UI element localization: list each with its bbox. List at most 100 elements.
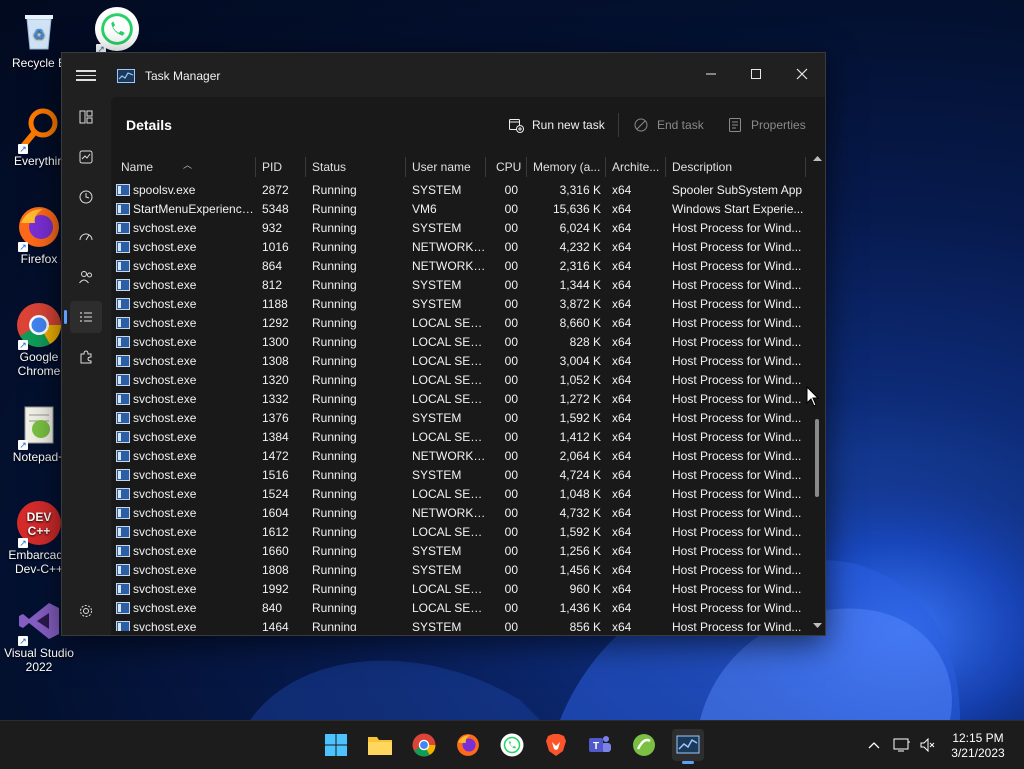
scrollbar-thumb[interactable] xyxy=(815,419,819,497)
taskbar-whatsapp[interactable] xyxy=(496,729,528,761)
column-header-memory[interactable]: Memory (a... xyxy=(527,153,606,181)
start-button[interactable] xyxy=(320,729,352,761)
cell-memory: 3,316 K xyxy=(559,183,601,197)
nav-settings[interactable] xyxy=(70,595,102,627)
taskbar-teams[interactable]: T xyxy=(584,729,616,761)
table-row[interactable]: svchost.exe 1992 Running LOCAL SER... 00 960 … xyxy=(111,580,807,599)
cell-user-name: NETWORK ... xyxy=(412,506,486,520)
cell-description: Host Process for Wind... xyxy=(672,563,802,577)
scroll-down-icon[interactable] xyxy=(810,619,825,631)
table-row[interactable]: svchost.exe 1188 Running SYSTEM 00 3,872 K x64… xyxy=(111,295,807,314)
network-icon[interactable] xyxy=(892,735,912,755)
cell-name: svchost.exe xyxy=(133,392,197,406)
folder-icon xyxy=(368,737,392,755)
table-row[interactable]: svchost.exe 1384 Running LOCAL SER... 00 1,41… xyxy=(111,428,807,447)
cell-architecture: x64 xyxy=(612,506,632,520)
table-row[interactable]: svchost.exe 1660 Running SYSTEM 00 1,256 K x64… xyxy=(111,542,807,561)
maximize-button[interactable] xyxy=(733,59,779,89)
table-row[interactable]: svchost.exe 1332 Running LOCAL SER... 00 1,27… xyxy=(111,390,807,409)
table-row[interactable]: svchost.exe 1464 Running SYSTEM 00 856 K x64 Ho… xyxy=(111,618,807,631)
cell-architecture: x64 xyxy=(612,601,632,615)
cell-name: svchost.exe xyxy=(133,601,197,615)
chrome-icon: ↗ xyxy=(16,302,62,350)
cell-user-name: LOCAL SER... xyxy=(412,316,486,330)
cell-description: Host Process for Wind... xyxy=(672,297,802,311)
nav-details[interactable] xyxy=(64,301,102,333)
table-row[interactable]: svchost.exe 1472 Running NETWORK ... 00 2,064… xyxy=(111,447,807,466)
cell-status: Running xyxy=(312,487,357,501)
task-manager-window: Task Manager Details Run new task End ta… xyxy=(61,52,826,636)
cell-name: svchost.exe xyxy=(133,259,197,273)
table-row[interactable]: spoolsv.exe 2872 Running SYSTEM 00 3,316 K x64… xyxy=(111,181,807,200)
system-clock[interactable]: 12:15 PM 3/21/2023 xyxy=(938,731,1018,761)
column-header-pid[interactable]: PID xyxy=(256,153,306,181)
cell-cpu: 00 xyxy=(504,297,518,311)
column-header-description[interactable]: Description xyxy=(666,153,806,181)
table-row[interactable]: svchost.exe 1612 Running LOCAL SER... 00 1,59… xyxy=(111,523,807,542)
nav-users[interactable] xyxy=(70,261,102,293)
column-header-cpu[interactable]: CPU xyxy=(486,153,527,181)
desktop-icon-whatsapp[interactable]: ↗ xyxy=(78,6,156,54)
taskbar-firefox[interactable] xyxy=(452,729,484,761)
table-row[interactable]: svchost.exe 1300 Running LOCAL SER... 00 828 … xyxy=(111,333,807,352)
table-row[interactable]: svchost.exe 1516 Running SYSTEM 00 4,724 K x64… xyxy=(111,466,807,485)
windows-logo-icon xyxy=(325,734,347,756)
hamburger-menu-icon[interactable] xyxy=(76,67,96,83)
cell-user-name: SYSTEM xyxy=(412,221,462,235)
table-row[interactable]: svchost.exe 812 Running SYSTEM 00 1,344 K x64 H… xyxy=(111,276,807,295)
cell-name: svchost.exe xyxy=(133,240,197,254)
table-row[interactable]: svchost.exe 1320 Running LOCAL SER... 00 1,05… xyxy=(111,371,807,390)
table-row[interactable]: svchost.exe 1308 Running LOCAL SER... 00 3,00… xyxy=(111,352,807,371)
cell-name: svchost.exe xyxy=(133,563,197,577)
cell-description: Host Process for Wind... xyxy=(672,316,802,330)
cell-memory: 960 K xyxy=(569,582,601,596)
cell-name: svchost.exe xyxy=(133,373,197,387)
cell-pid: 1376 xyxy=(262,411,289,425)
table-row[interactable]: svchost.exe 1604 Running NETWORK ... 00 4,732… xyxy=(111,504,807,523)
nav-app-history[interactable] xyxy=(70,181,102,213)
scroll-up-icon[interactable] xyxy=(810,153,825,165)
tray-chevron-up-icon[interactable] xyxy=(864,735,884,755)
taskbar-brave[interactable] xyxy=(540,729,572,761)
table-row[interactable]: StartMenuExperience... 5348 Running VM6 00 15… xyxy=(111,200,807,219)
cell-name: svchost.exe xyxy=(133,221,197,235)
cell-description: Host Process for Wind... xyxy=(672,278,802,292)
taskbar-chrome[interactable] xyxy=(408,729,440,761)
taskbar-task-manager[interactable] xyxy=(672,729,704,764)
table-row[interactable]: svchost.exe 864 Running NETWORK ... 00 2,316 … xyxy=(111,257,807,276)
table-row[interactable]: svchost.exe 932 Running SYSTEM 00 6,024 K x64 H… xyxy=(111,219,807,238)
nav-startup-apps[interactable] xyxy=(70,221,102,253)
nav-performance[interactable] xyxy=(70,141,102,173)
volume-muted-icon[interactable] xyxy=(918,735,938,755)
taskbar-green-app[interactable] xyxy=(628,729,660,761)
maximize-icon xyxy=(751,69,761,79)
cell-architecture: x64 xyxy=(612,278,632,292)
taskbar-file-explorer[interactable] xyxy=(364,729,396,761)
cell-pid: 1308 xyxy=(262,354,289,368)
run-new-task-button[interactable]: Run new task xyxy=(508,115,605,135)
cell-user-name: NETWORK ... xyxy=(412,240,486,254)
end-task-button[interactable]: End task xyxy=(633,115,704,135)
title-bar[interactable]: Task Manager xyxy=(62,53,825,97)
task-manager-app-icon xyxy=(117,69,135,83)
cell-architecture: x64 xyxy=(612,373,632,387)
table-row[interactable]: svchost.exe 1524 Running LOCAL SER... 00 1,04… xyxy=(111,485,807,504)
column-header-user-name[interactable]: User name xyxy=(406,153,486,181)
table-row[interactable]: svchost.exe 1808 Running SYSTEM 00 1,456 K x64… xyxy=(111,561,807,580)
table-row[interactable]: svchost.exe 840 Running LOCAL SER... 00 1,436… xyxy=(111,599,807,618)
column-header-status[interactable]: Status xyxy=(306,153,406,181)
column-header-architecture[interactable]: Archite... xyxy=(606,153,666,181)
cell-cpu: 00 xyxy=(504,582,518,596)
process-icon xyxy=(116,393,130,405)
cell-pid: 1612 xyxy=(262,525,289,539)
table-row[interactable]: svchost.exe 1376 Running SYSTEM 00 1,592 K x64… xyxy=(111,409,807,428)
close-button[interactable] xyxy=(779,59,825,89)
nav-processes[interactable] xyxy=(70,101,102,133)
table-row[interactable]: svchost.exe 1292 Running LOCAL SER... 00 8,66… xyxy=(111,314,807,333)
nav-services[interactable] xyxy=(70,341,102,373)
table-row[interactable]: svchost.exe 1016 Running NETWORK ... 00 4,232… xyxy=(111,238,807,257)
properties-button[interactable]: Properties xyxy=(727,115,806,135)
column-header-name[interactable]: Name ︿ xyxy=(115,153,256,181)
cell-pid: 1292 xyxy=(262,316,289,330)
minimize-button[interactable] xyxy=(688,59,734,89)
